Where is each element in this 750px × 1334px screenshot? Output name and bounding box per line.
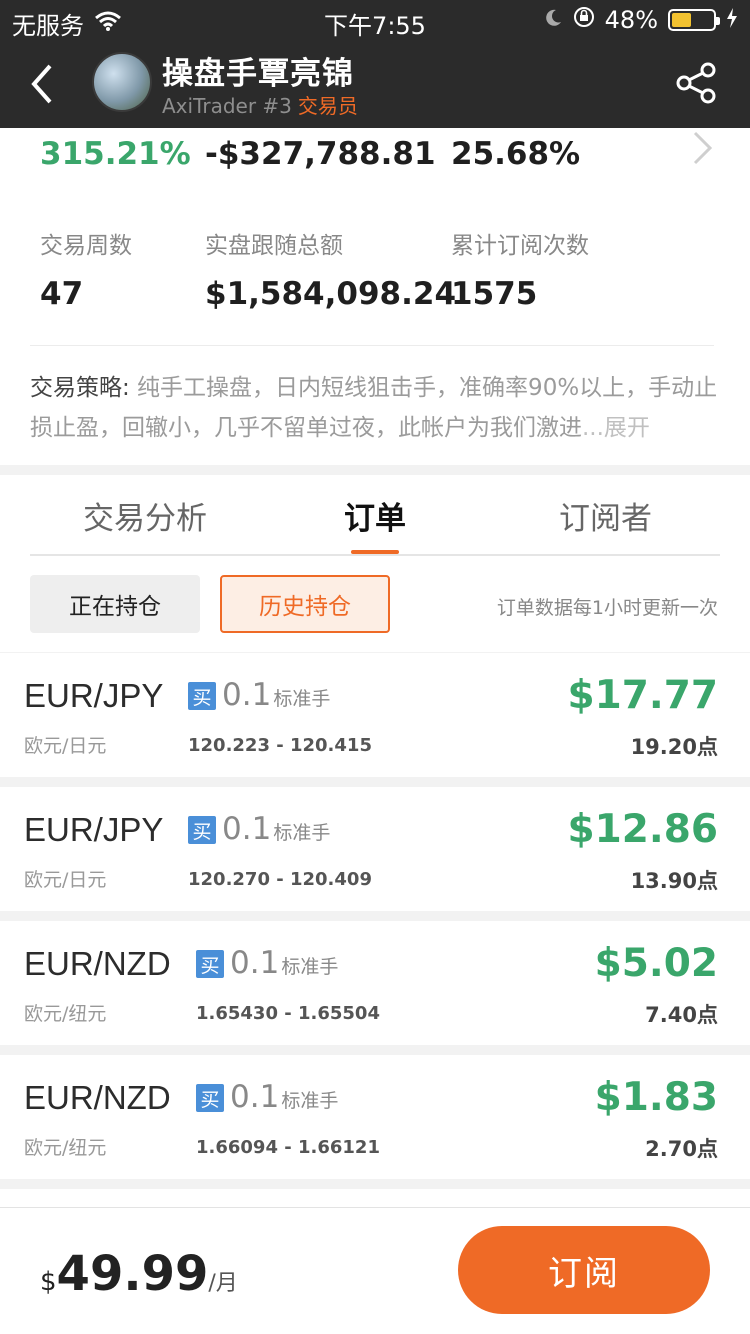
lot-size: 0.1 标准手 xyxy=(230,1079,339,1115)
open-positions-button[interactable]: 正在持仓 xyxy=(30,575,200,633)
order-row[interactable]: EUR/JPY 欧元/日元 买 0.1 标准手 120.270 - 120.409… xyxy=(0,787,750,911)
tab-analysis[interactable]: 交易分析 xyxy=(83,493,207,538)
share-icon xyxy=(676,62,716,104)
subscribe-button[interactable]: 订阅 xyxy=(458,1226,710,1314)
lot-size: 0.1 标准手 xyxy=(222,811,331,847)
buy-badge: 买 xyxy=(188,816,216,844)
stat-follow-amount: $1,584,098.24 xyxy=(205,276,457,312)
expand-link[interactable]: ...展开 xyxy=(582,415,650,441)
nav-header: 操盘手覃亮锦 AxiTrader #3 交易员 xyxy=(0,40,750,128)
currency-pair: EUR/NZD xyxy=(24,1079,171,1116)
buy-badge: 买 xyxy=(188,682,216,710)
role-label: 交易员 xyxy=(297,94,358,118)
divider xyxy=(30,345,714,346)
stat-weeks: 47 xyxy=(40,276,84,312)
currency-pair-cn: 欧元/日元 xyxy=(24,735,107,757)
update-note: 订单数据每1小时更新一次 xyxy=(496,597,718,619)
broker-rank: AxiTrader #3 xyxy=(162,94,292,118)
currency-pair-cn: 欧元/纽元 xyxy=(24,1137,107,1159)
share-button[interactable] xyxy=(674,60,720,106)
tab-bar: 交易分析 订单 订阅者 正在持仓 历史持仓 订单数据每1小时更新一次 xyxy=(0,475,750,652)
order-row-partial xyxy=(0,1189,750,1209)
tab-subscribers[interactable]: 订阅者 xyxy=(559,493,652,538)
moon-icon xyxy=(543,6,563,34)
order-row[interactable]: EUR/JPY 欧元/日元 买 0.1 标准手 120.223 - 120.415… xyxy=(0,653,750,777)
trader-subtitle: AxiTrader #3 交易员 xyxy=(162,90,358,119)
history-positions-button[interactable]: 历史持仓 xyxy=(220,575,390,633)
chevron-left-icon xyxy=(31,64,52,104)
lot-size: 0.1 标准手 xyxy=(222,677,331,713)
price-range: 120.223 - 120.415 xyxy=(188,735,372,756)
points-value: 7.40点 xyxy=(645,1003,718,1027)
currency-pair: EUR/NZD xyxy=(24,945,171,982)
price-range: 1.66094 - 1.66121 xyxy=(196,1137,380,1158)
profit-value: $17.77 xyxy=(567,673,719,718)
profit-value: $1.83 xyxy=(594,1075,718,1120)
strategy-label: 交易策略: xyxy=(30,375,130,401)
stat-subscriptions: 1575 xyxy=(451,276,538,312)
currency-pair: EUR/JPY xyxy=(24,811,164,848)
charging-icon xyxy=(726,6,738,34)
rotation-lock-icon xyxy=(573,6,595,34)
battery-percent: 48% xyxy=(604,6,658,34)
back-button[interactable] xyxy=(20,58,64,110)
profit-value: $12.86 xyxy=(567,807,719,852)
points-value: 19.20点 xyxy=(630,735,718,759)
strategy-text: 交易策略: 纯手工操盘，日内短线狙击手，准确率90%以上，手动止损止盈，回辙小，… xyxy=(30,368,722,448)
points-value: 13.90点 xyxy=(630,869,718,893)
bottom-bar: $49.99/月 订阅 xyxy=(0,1207,750,1334)
active-tab-indicator xyxy=(351,550,399,554)
avatar[interactable] xyxy=(92,52,152,112)
stat-drawdown: 25.68% xyxy=(451,136,581,172)
page-title: 操盘手覃亮锦 xyxy=(162,56,354,92)
order-row[interactable]: EUR/NZD 欧元/纽元 买 0.1 标准手 1.65430 - 1.65504… xyxy=(0,921,750,1045)
tab-orders[interactable]: 订单 xyxy=(344,493,406,538)
chevron-right-icon[interactable] xyxy=(692,130,714,166)
tab-divider xyxy=(30,554,720,556)
profit-value: $5.02 xyxy=(594,941,718,986)
currency-pair-cn: 欧元/日元 xyxy=(24,869,107,891)
order-row[interactable]: EUR/NZD 欧元/纽元 买 0.1 标准手 1.66094 - 1.66121… xyxy=(0,1055,750,1179)
label-subscriptions: 累计订阅次数 xyxy=(451,233,589,259)
points-value: 2.70点 xyxy=(645,1137,718,1161)
price-range: 120.270 - 120.409 xyxy=(188,869,372,890)
buy-badge: 买 xyxy=(196,950,224,978)
label-follow-amount: 实盘跟随总额 xyxy=(205,233,343,259)
price-value: 49.99 xyxy=(56,1246,209,1302)
price-period: /月 xyxy=(208,1271,238,1296)
price-range: 1.65430 - 1.65504 xyxy=(196,1003,380,1024)
currency-pair-cn: 欧元/纽元 xyxy=(24,1003,107,1025)
buy-badge: 买 xyxy=(196,1084,224,1112)
currency-symbol: $ xyxy=(40,1267,57,1297)
subscription-price: $49.99/月 xyxy=(40,1246,238,1302)
currency-pair: EUR/JPY xyxy=(24,677,164,714)
stat-return: 315.21% xyxy=(40,136,191,172)
status-bar: 无服务 下午7:55 48% xyxy=(0,0,750,40)
battery-icon xyxy=(668,9,720,31)
lot-size: 0.1 标准手 xyxy=(230,945,339,981)
stat-profit: -$327,788.81 xyxy=(205,136,436,172)
label-weeks: 交易周数 xyxy=(40,233,132,259)
